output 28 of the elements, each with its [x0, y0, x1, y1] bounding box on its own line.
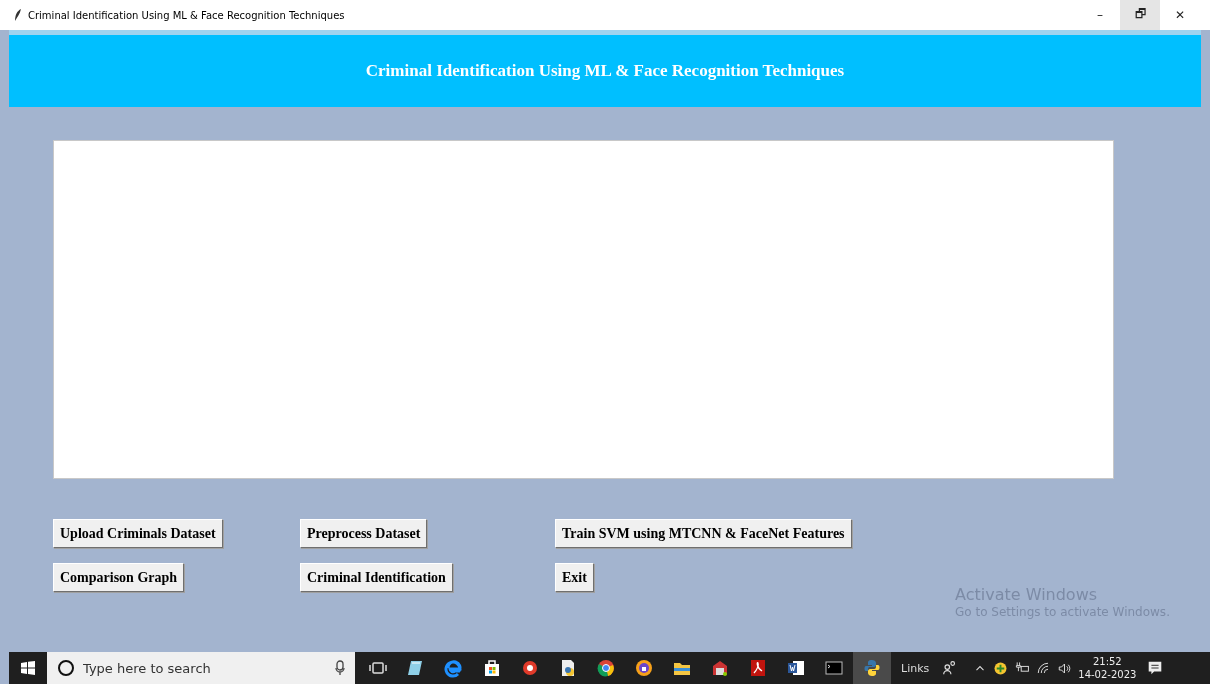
links-label[interactable]: Links — [901, 661, 930, 675]
windows-logo-icon[interactable] — [21, 661, 35, 675]
microphone-icon[interactable] — [335, 660, 345, 676]
terminal-icon[interactable] — [824, 658, 844, 678]
window-title: Criminal Identification Using ML & Face Recognition Techniques — [28, 9, 345, 21]
browser-icon[interactable] — [444, 658, 464, 678]
search-icon — [57, 659, 75, 677]
python-icon[interactable] — [862, 658, 882, 678]
word-document-icon[interactable] — [786, 658, 806, 678]
action-button[interactable]: Criminal Identification — [300, 563, 453, 592]
minimize-button[interactable]: – — [1080, 0, 1120, 30]
pdf-icon[interactable] — [748, 658, 768, 678]
close-button[interactable]: ✕ — [1160, 0, 1200, 30]
action-button[interactable]: Comparison Graph — [53, 563, 185, 592]
action-button[interactable]: Train SVM using MTCNN & FaceNet Features — [555, 519, 852, 548]
restore-button[interactable]: 🗗 — [1120, 0, 1160, 30]
circle-icon[interactable] — [520, 658, 540, 678]
feather-icon — [14, 9, 22, 21]
search-field[interactable]: Type here to search — [83, 660, 327, 676]
app-title: Criminal Identification Using ML & Face Recognition Techniques — [365, 61, 845, 81]
status-icon[interactable] — [993, 660, 1009, 676]
action-button[interactable]: Upload Criminals Dataset — [53, 519, 223, 548]
action-button[interactable]: Preprocess Dataset — [300, 519, 428, 548]
globe-icon[interactable] — [596, 658, 616, 678]
action-button[interactable]: Exit — [555, 563, 594, 592]
search-bar[interactable]: Type here to search — [47, 652, 355, 684]
shopping-bag-icon[interactable] — [482, 658, 502, 678]
clock[interactable]: 21:52 14-02-2023 — [1078, 655, 1137, 681]
